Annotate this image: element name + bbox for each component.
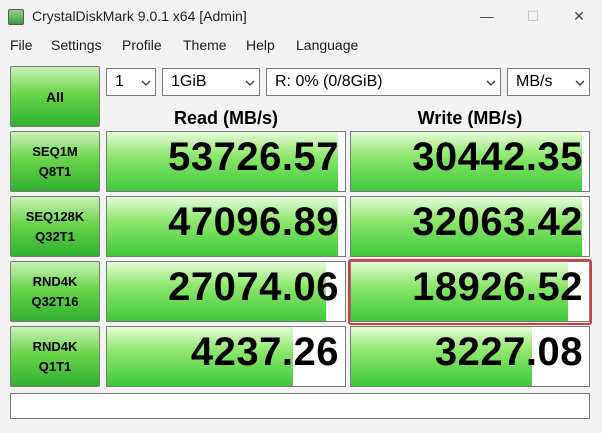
drive-value: R: 0% (0/8GiB) <box>275 73 383 90</box>
size-value: 1GiB <box>171 73 207 90</box>
size-select[interactable]: 1GiB <box>162 68 260 96</box>
count-select[interactable]: 1 <box>106 68 156 96</box>
chevron-down-icon <box>245 80 255 86</box>
read-result-cell: 27074.06 <box>106 261 346 322</box>
title-bar: CrystalDiskMark 9.0.1 x64 [Admin] — ☐ ✕ <box>0 0 602 32</box>
unit-select[interactable]: MB/s <box>507 68 590 96</box>
test-label: SEQ128K Q32T1 <box>25 208 85 244</box>
read-value: 27074.06 <box>168 265 339 309</box>
test-button-seq128k-q32t1[interactable]: SEQ128K Q32T1 <box>10 196 100 257</box>
menu-bar: File Settings Profile Theme Help Languag… <box>0 32 602 58</box>
write-result-cell: 30442.35 <box>350 131 590 192</box>
chevron-down-icon <box>486 80 496 86</box>
read-result-cell: 53726.57 <box>106 131 346 192</box>
read-result-cell: 47096.89 <box>106 196 346 257</box>
drive-select[interactable]: R: 0% (0/8GiB) <box>266 68 501 96</box>
read-value: 47096.89 <box>168 200 339 244</box>
write-value: 3227.08 <box>434 330 583 374</box>
test-button-rnd4k-q32t16[interactable]: RND4K Q32T16 <box>10 261 100 322</box>
menu-help[interactable]: Help <box>246 37 275 53</box>
window-title: CrystalDiskMark 9.0.1 x64 [Admin] <box>32 8 247 24</box>
menu-profile[interactable]: Profile <box>122 37 162 53</box>
write-value: 30442.35 <box>412 135 583 179</box>
count-value: 1 <box>115 73 124 90</box>
close-button[interactable]: ✕ <box>556 0 602 32</box>
highlight-box <box>348 259 592 325</box>
chevron-down-icon <box>575 80 585 86</box>
test-label: SEQ1M Q8T1 <box>32 143 78 179</box>
read-value: 53726.57 <box>168 135 339 179</box>
write-result-cell: 3227.08 <box>350 326 590 387</box>
all-button[interactable]: All <box>10 66 100 127</box>
read-result-cell: 4237.26 <box>106 326 346 387</box>
test-button-rnd4k-q1t1[interactable]: RND4K Q1T1 <box>10 326 100 387</box>
read-header: Read (MB/s) <box>173 108 278 128</box>
maximize-button[interactable]: ☐ <box>510 0 556 32</box>
test-button-seq1m-q8t1[interactable]: SEQ1M Q8T1 <box>10 131 100 192</box>
menu-language[interactable]: Language <box>296 37 358 53</box>
write-header: Write (MB/s) <box>417 108 523 128</box>
write-result-cell: 32063.42 <box>350 196 590 257</box>
app-icon <box>8 9 24 25</box>
comment-field[interactable] <box>10 393 590 419</box>
test-label: RND4K Q1T1 <box>32 338 78 374</box>
read-value: 4237.26 <box>190 330 339 374</box>
menu-file[interactable]: File <box>10 37 33 53</box>
minimize-button[interactable]: — <box>464 0 510 32</box>
write-value: 32063.42 <box>412 200 583 244</box>
chevron-down-icon <box>141 80 151 86</box>
unit-value: MB/s <box>516 73 553 90</box>
test-label: RND4K Q32T16 <box>31 273 79 309</box>
menu-theme[interactable]: Theme <box>183 37 227 53</box>
all-button-label: All <box>46 88 64 105</box>
menu-settings[interactable]: Settings <box>51 37 102 53</box>
